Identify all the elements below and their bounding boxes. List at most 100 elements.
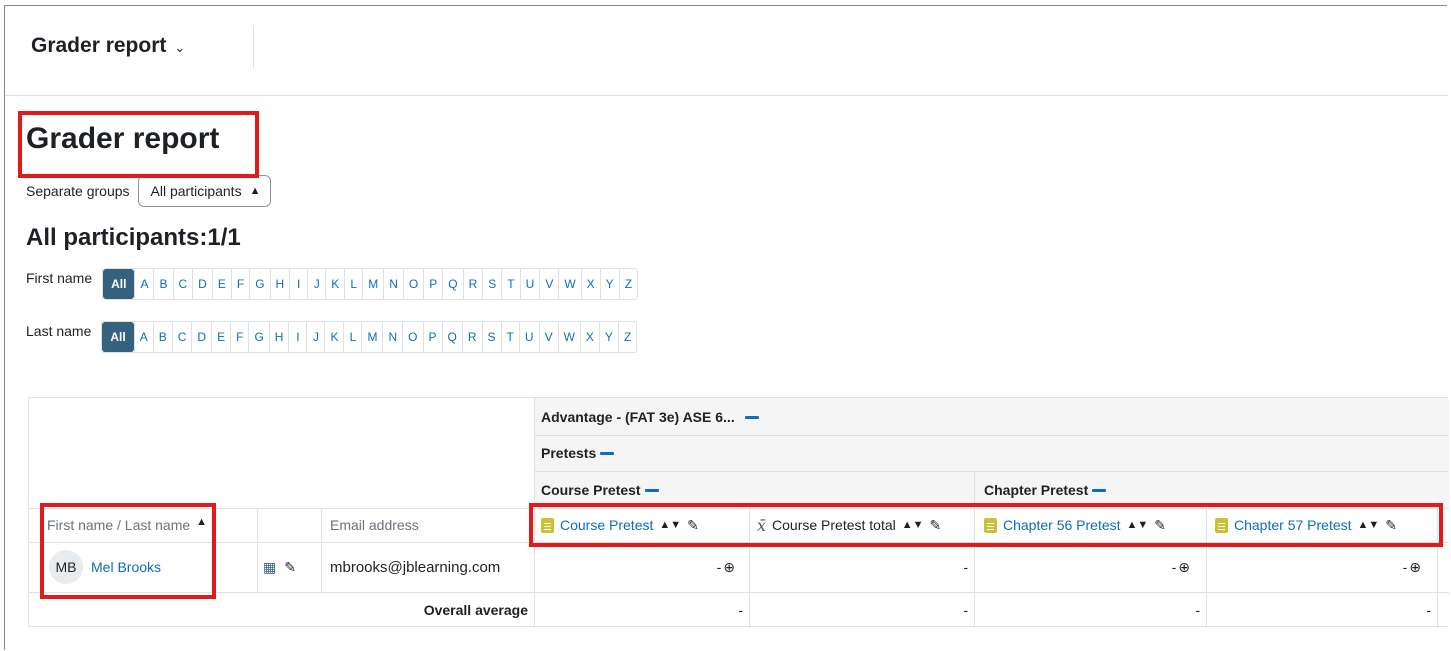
zoom-in-icon[interactable]: ⊕ [1178, 559, 1190, 576]
letter-filter-t[interactable]: T [500, 322, 519, 352]
letter-filter-w[interactable]: W [558, 269, 580, 299]
sort-icon[interactable]: ▲▼ [1127, 519, 1149, 531]
zoom-in-icon[interactable]: ⊕ [723, 559, 735, 576]
letter-filter-z[interactable]: Z [618, 269, 637, 299]
collapse-icon[interactable] [744, 415, 759, 419]
letter-filter-m[interactable]: M [362, 269, 383, 299]
letter-filter-e[interactable]: E [211, 322, 230, 352]
letter-filter-g[interactable]: G [248, 322, 268, 352]
letter-filter-c[interactable]: C [172, 269, 193, 299]
collapse-icon[interactable] [644, 488, 659, 492]
item-header-chapter-57-pretest[interactable]: Chapter 57 Pretest ▲▼ ✎ [1215, 508, 1397, 542]
overall-average-label: Overall average [423, 602, 528, 618]
grade-cell[interactable]: - ⊕ [974, 542, 1206, 592]
sort-icon[interactable]: ▲▼ [659, 519, 681, 531]
letter-filter-e[interactable]: E [211, 269, 231, 299]
letter-filter-u[interactable]: U [518, 322, 539, 352]
item-header-label: Course Pretest total [772, 517, 896, 533]
course-pretest-category-header[interactable]: Course Pretest [541, 471, 659, 508]
item-header-course-pretest-total[interactable]: x̄ Course Pretest total ▲▼ ✎ [757, 508, 941, 542]
student-cell[interactable]: MB Mel Brooks [49, 542, 161, 592]
letter-filter-v[interactable]: V [538, 322, 558, 352]
letter-filter-f[interactable]: F [230, 269, 249, 299]
avatar: MB [49, 550, 83, 584]
chevron-down-icon: ⌄ [174, 40, 186, 55]
zoom-in-icon[interactable]: ⊕ [1409, 559, 1421, 576]
edit-icon[interactable]: ✎ [284, 559, 296, 576]
letter-filter-j[interactable]: J [306, 322, 324, 352]
letter-filter-m[interactable]: M [361, 322, 382, 352]
edit-icon[interactable]: ✎ [930, 517, 942, 534]
letter-filter-l[interactable]: L [343, 322, 361, 352]
letter-filter-x[interactable]: X [579, 322, 599, 352]
sort-icon[interactable]: ▲▼ [1358, 519, 1380, 531]
letter-filter-b[interactable]: B [153, 269, 172, 299]
grade-cell: - [749, 542, 974, 592]
pretests-category-header[interactable]: Pretests [541, 435, 615, 471]
chapter-pretest-category-header[interactable]: Chapter Pretest [984, 471, 1107, 508]
letter-filter-f[interactable]: F [230, 322, 248, 352]
letter-filter-d[interactable]: D [191, 322, 211, 352]
letter-filter-s[interactable]: S [482, 269, 501, 299]
letter-filter-c[interactable]: C [171, 322, 192, 352]
letter-filter-k[interactable]: K [325, 269, 344, 299]
student-name-link[interactable]: Mel Brooks [91, 559, 161, 575]
letter-filter-all[interactable]: All [103, 269, 135, 299]
letter-filter-d[interactable]: D [192, 269, 212, 299]
letter-filter-i[interactable]: I [289, 269, 307, 299]
report-selector[interactable]: Grader report ⌄ [31, 34, 185, 58]
item-header-chapter-56-pretest[interactable]: Chapter 56 Pretest ▲▼ ✎ [984, 508, 1166, 542]
letter-filter-q[interactable]: Q [442, 269, 462, 299]
letter-filter-h[interactable]: H [268, 322, 289, 352]
letter-filter-x[interactable]: X [580, 269, 600, 299]
letter-filter-u[interactable]: U [519, 269, 540, 299]
table-icon[interactable]: ▦ [263, 559, 276, 576]
group-select-value: All participants [150, 183, 242, 199]
groups-row: Separate groups All participants ▲ [26, 175, 272, 207]
letter-filter-j[interactable]: J [307, 269, 325, 299]
grade-cell[interactable]: - ⊕ [534, 542, 749, 592]
letter-filter-h[interactable]: H [269, 269, 290, 299]
letter-filter-r[interactable]: R [461, 322, 482, 352]
letter-filter-k[interactable]: K [324, 322, 343, 352]
letter-filter-s[interactable]: S [481, 322, 501, 352]
first-name-filter-label: First name [26, 270, 93, 286]
letter-filter-g[interactable]: G [249, 269, 269, 299]
letter-filter-t[interactable]: T [501, 269, 519, 299]
collapse-icon[interactable] [1092, 488, 1107, 492]
grade-cell[interactable]: - ⊕ [1206, 542, 1437, 592]
sort-icon[interactable]: ▲▼ [902, 519, 924, 531]
last-name-letters: All A B C D E F G H I J K L M N O P Q R S T U V W X Y Z [101, 321, 638, 353]
last-name-filter-label: Last name [26, 323, 92, 339]
letter-filter-y[interactable]: Y [598, 322, 618, 352]
name-column-header[interactable]: First name / Last name ▲ [47, 508, 207, 542]
group-select[interactable]: All participants ▲ [137, 175, 272, 207]
letter-filter-z[interactable]: Z [617, 322, 636, 352]
letter-filter-o[interactable]: O [402, 322, 422, 352]
edit-icon[interactable]: ✎ [1154, 517, 1166, 534]
item-header-course-pretest[interactable]: Course Pretest ▲▼ ✎ [541, 508, 699, 542]
letter-filter-a[interactable]: A [133, 322, 153, 352]
course-category-header[interactable]: Advantage - (FAT 3e) ASE 6... [541, 398, 759, 435]
letter-filter-b[interactable]: B [152, 322, 172, 352]
letter-filter-n[interactable]: N [382, 322, 402, 352]
letter-filter-w[interactable]: W [557, 322, 580, 352]
letter-filter-l[interactable]: L [344, 269, 362, 299]
letter-filter-r[interactable]: R [462, 269, 483, 299]
letter-filter-n[interactable]: N [383, 269, 403, 299]
letter-filter-p[interactable]: P [423, 269, 442, 299]
letter-filter-all[interactable]: All [102, 322, 134, 352]
letter-filter-a[interactable]: A [134, 269, 153, 299]
collapse-icon[interactable] [600, 452, 615, 455]
email-column-header[interactable]: Email address [330, 508, 419, 542]
letter-filter-p[interactable]: P [422, 322, 442, 352]
page-title: Grader report [26, 122, 220, 155]
edit-icon[interactable]: ✎ [687, 517, 699, 534]
letter-filter-i[interactable]: I [288, 322, 306, 352]
letter-filter-o[interactable]: O [402, 269, 423, 299]
letter-filter-q[interactable]: Q [441, 322, 462, 352]
letter-filter-y[interactable]: Y [599, 269, 619, 299]
report-selector-label: Grader report [31, 34, 167, 57]
letter-filter-v[interactable]: V [539, 269, 558, 299]
edit-icon[interactable]: ✎ [1385, 517, 1397, 534]
